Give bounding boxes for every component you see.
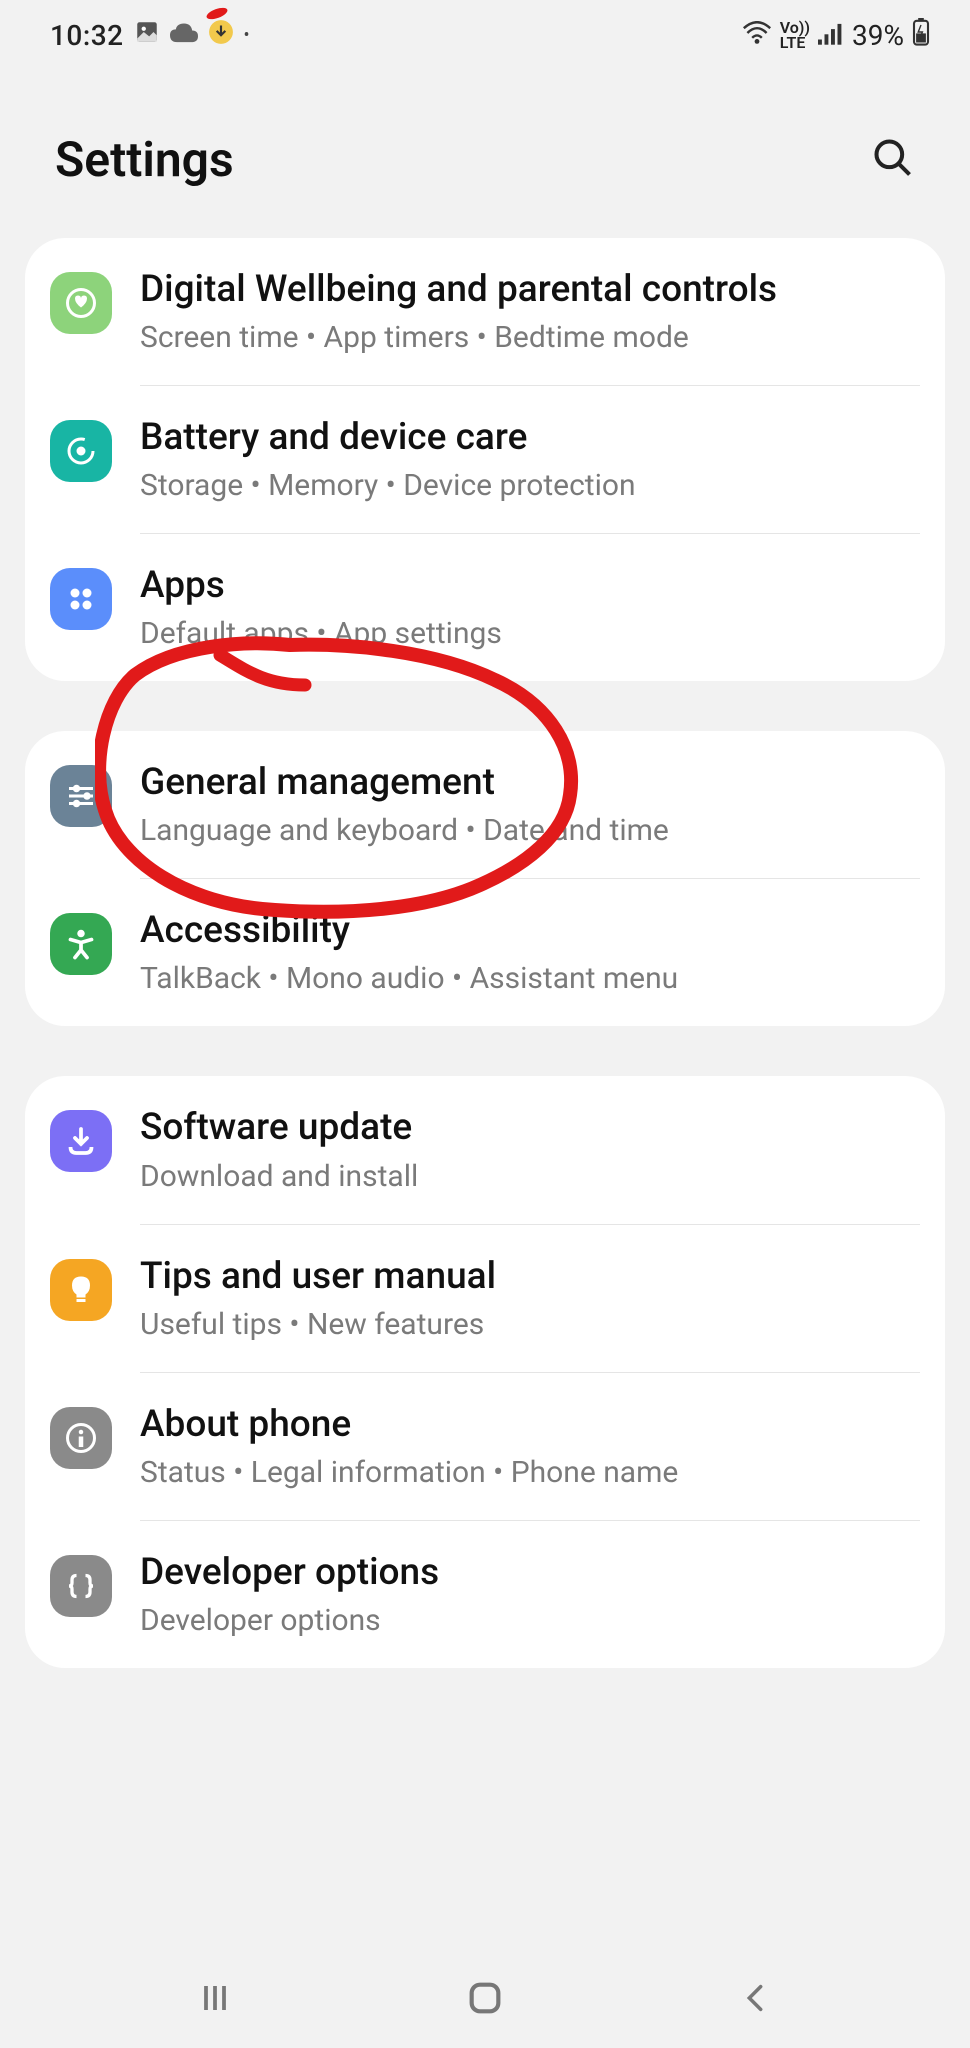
item-subtitle: TalkBack • Mono audio • Assistant menu (140, 959, 920, 998)
search-button[interactable] (871, 136, 915, 184)
nav-back-button[interactable] (735, 1978, 775, 2018)
item-content: Digital Wellbeing and parental controls … (140, 266, 920, 357)
dot-icon: • (244, 25, 250, 46)
status-left: 10:32 • (50, 19, 250, 52)
item-subtitle: Storage • Memory • Device protection (140, 466, 920, 505)
settings-item-about[interactable]: About phone Status • Legal information •… (25, 1373, 945, 1520)
item-content: Software update Download and install (140, 1104, 920, 1195)
nav-recents-button[interactable] (195, 1978, 235, 2018)
item-content: Tips and user manual Useful tips • New f… (140, 1253, 920, 1344)
accessibility-icon (50, 913, 112, 975)
item-subtitle: Useful tips • New features (140, 1305, 920, 1344)
general-icon (50, 765, 112, 827)
settings-item-wellbeing[interactable]: Digital Wellbeing and parental controls … (25, 238, 945, 385)
settings-item-battery[interactable]: Battery and device care Storage • Memory… (25, 386, 945, 533)
settings-item-developer[interactable]: Developer options Developer options (25, 1521, 945, 1668)
item-content: About phone Status • Legal information •… (140, 1401, 920, 1492)
settings-group-2: General management Language and keyboard… (25, 731, 945, 1026)
about-icon (50, 1407, 112, 1469)
item-subtitle: Language and keyboard • Date and time (140, 811, 920, 850)
item-title: Battery and device care (140, 414, 920, 462)
item-title: Tips and user manual (140, 1253, 920, 1301)
wellbeing-icon (50, 272, 112, 334)
item-title: General management (140, 759, 920, 807)
apps-icon (50, 568, 112, 630)
signal-icon (818, 19, 844, 52)
status-bar: 10:32 • Vo))LTE 39% (0, 0, 970, 71)
item-title: Accessibility (140, 907, 920, 955)
download-icon (208, 19, 234, 52)
battery-care-icon (50, 420, 112, 482)
volte-icon: Vo))LTE (780, 21, 810, 50)
software-icon (50, 1110, 112, 1172)
battery-percent: 39% (852, 19, 904, 52)
clock: 10:32 (50, 19, 124, 52)
item-title: Digital Wellbeing and parental controls (140, 266, 920, 314)
item-subtitle: Developer options (140, 1601, 920, 1640)
settings-item-general[interactable]: General management Language and keyboard… (25, 731, 945, 878)
settings-item-apps[interactable]: Apps Default apps • App settings (25, 534, 945, 681)
item-title: Apps (140, 562, 920, 610)
item-title: About phone (140, 1401, 920, 1449)
item-content: Apps Default apps • App settings (140, 562, 920, 653)
battery-icon (912, 18, 930, 53)
cloud-icon (170, 19, 198, 52)
nav-home-button[interactable] (465, 1978, 505, 2018)
page-title: Settings (55, 131, 234, 188)
status-right: Vo))LTE 39% (742, 18, 930, 53)
item-title: Developer options (140, 1549, 920, 1597)
settings-item-accessibility[interactable]: Accessibility TalkBack • Mono audio • As… (25, 879, 945, 1026)
item-content: Accessibility TalkBack • Mono audio • As… (140, 907, 920, 998)
item-subtitle: Default apps • App settings (140, 614, 920, 653)
gallery-icon (134, 19, 160, 52)
settings-item-software[interactable]: Software update Download and install (25, 1076, 945, 1223)
item-title: Software update (140, 1104, 920, 1152)
item-content: Developer options Developer options (140, 1549, 920, 1640)
item-subtitle: Download and install (140, 1157, 920, 1196)
settings-group-1: Digital Wellbeing and parental controls … (25, 238, 945, 681)
settings-item-tips[interactable]: Tips and user manual Useful tips • New f… (25, 1225, 945, 1372)
developer-icon (50, 1555, 112, 1617)
header: Settings (0, 71, 970, 238)
item-subtitle: Screen time • App timers • Bedtime mode (140, 318, 920, 357)
settings-group-3: Software update Download and install Tip… (25, 1076, 945, 1667)
item-content: Battery and device care Storage • Memory… (140, 414, 920, 505)
item-subtitle: Status • Legal information • Phone name (140, 1453, 920, 1492)
wifi-icon (742, 19, 772, 52)
item-content: General management Language and keyboard… (140, 759, 920, 850)
tips-icon (50, 1259, 112, 1321)
navigation-bar (0, 1948, 970, 2048)
